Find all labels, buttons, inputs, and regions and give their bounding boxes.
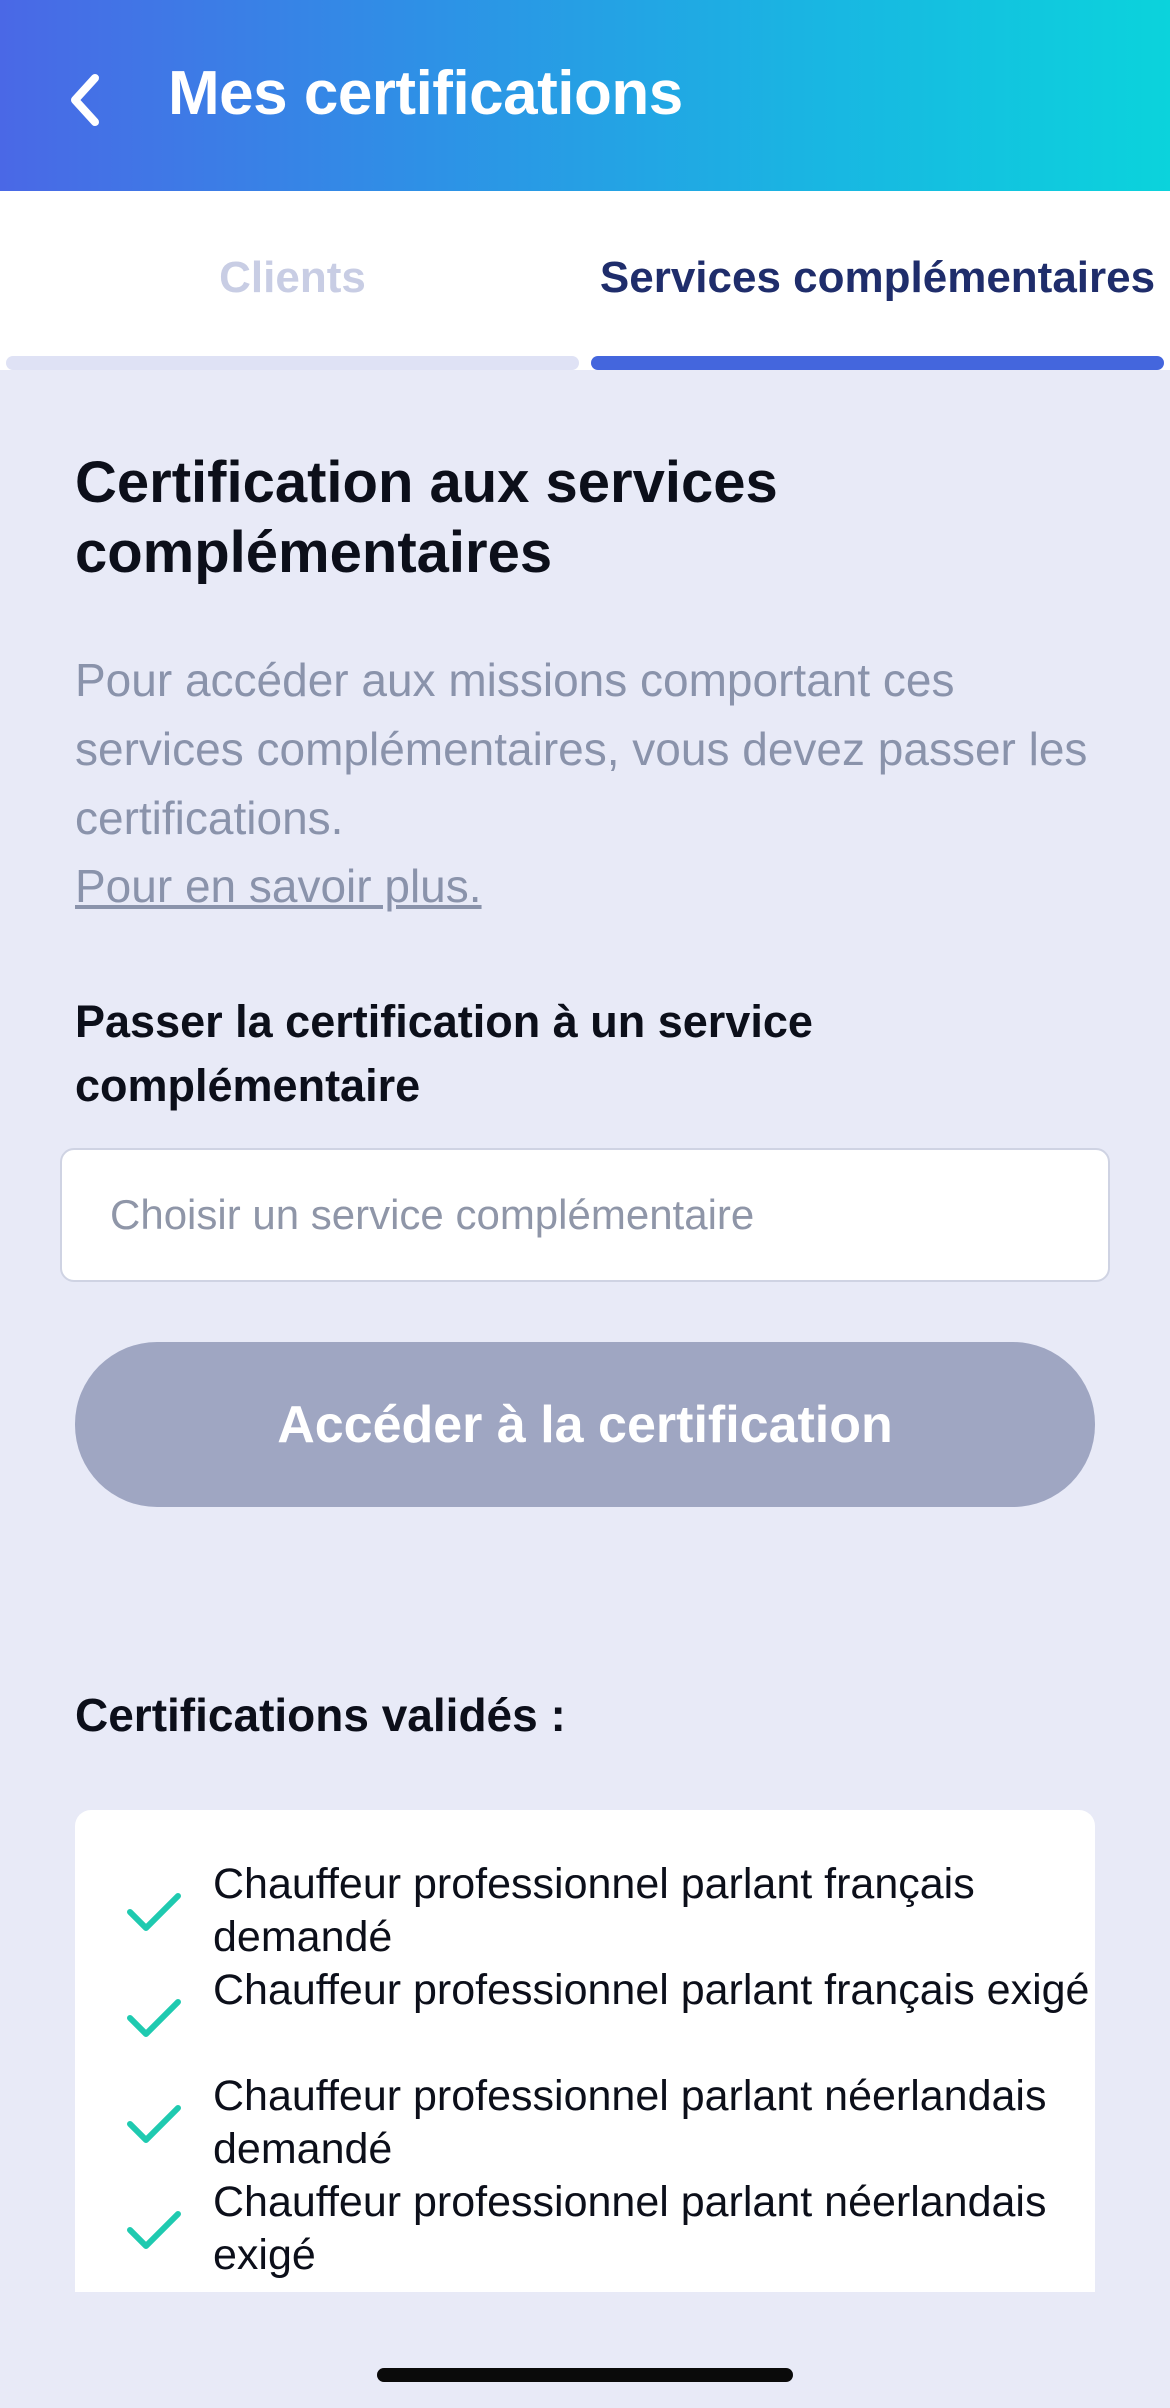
check-icon (127, 2105, 181, 2143)
check-icon (127, 2211, 181, 2249)
tab-services-complementaires[interactable]: Services complémentaires (591, 191, 1164, 370)
tab-bar: Clients Services complémentaires (0, 191, 1170, 370)
back-button[interactable] (50, 60, 120, 140)
page-title: Mes certifications (168, 59, 683, 128)
tab-clients-label: Clients (219, 253, 366, 302)
list-item-label: Chauffeur professionnel parlant français… (213, 1966, 1090, 2014)
validated-certifications-card: Chauffeur professionnel parlant français… (75, 1810, 1095, 2292)
tab-clients-indicator (6, 356, 579, 370)
intro-text: Pour accéder aux missions comportant ces… (75, 654, 1088, 844)
list-item: Chauffeur professionnel parlant français… (75, 1964, 1095, 2070)
list-item: Chauffeur professionnel parlant néerland… (75, 2176, 1095, 2282)
app-header: Mes certifications (0, 0, 1170, 191)
list-item-label: Chauffeur professionnel parlant néerland… (213, 2178, 1047, 2279)
home-indicator[interactable] (377, 2368, 793, 2382)
list-item-label: Chauffeur professionnel parlant français… (213, 1860, 975, 1961)
tab-clients[interactable]: Clients (6, 191, 579, 370)
list-item: Chauffeur professionnel parlant français… (75, 1858, 1095, 1964)
check-icon (127, 1999, 181, 2037)
certification-subtitle: Passer la certification à un service com… (75, 996, 813, 1111)
service-select-placeholder: Choisir un service complémentaire (110, 1191, 755, 1238)
service-select[interactable]: Choisir un service complémentaire (60, 1148, 1110, 1282)
access-certification-label: Accéder à la certification (277, 1395, 893, 1454)
list-item-label: Chauffeur professionnel parlant néerland… (213, 2072, 1047, 2173)
check-icon (127, 1893, 181, 1931)
tab-services-indicator (591, 356, 1164, 370)
section-title: Certification aux services complémentair… (75, 450, 778, 585)
tab-services-label: Services complémentaires (599, 253, 1156, 302)
validated-certifications-title: Certifications validés : (75, 1689, 566, 1741)
learn-more-link[interactable]: Pour en savoir plus. (75, 852, 482, 921)
access-certification-button[interactable]: Accéder à la certification (75, 1342, 1095, 1507)
chevron-left-icon (71, 74, 99, 126)
list-item: Chauffeur professionnel parlant néerland… (75, 2070, 1095, 2176)
